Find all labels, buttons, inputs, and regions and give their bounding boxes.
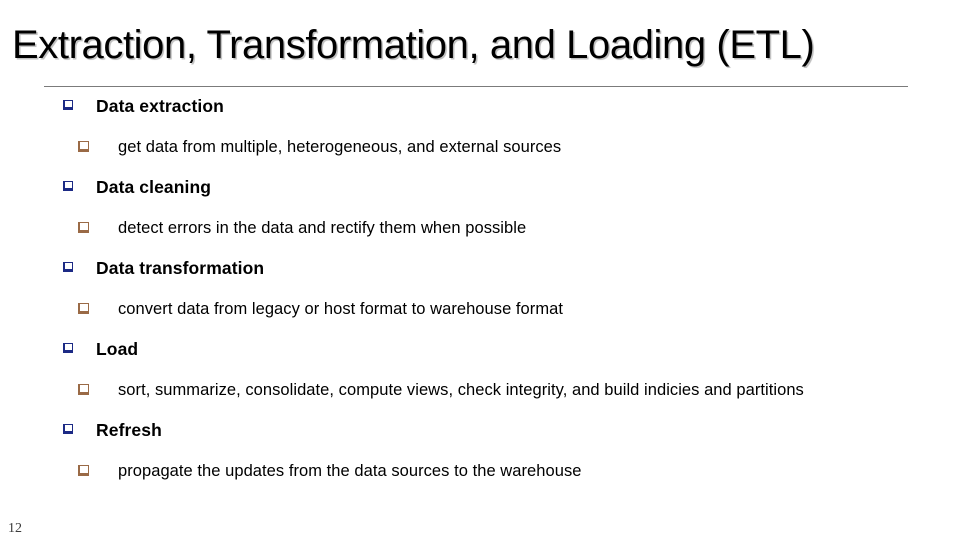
list-item: propagate the updates from the data sour… <box>0 458 960 489</box>
list-item: Data transformation <box>0 256 960 287</box>
list-item: Load <box>0 337 960 368</box>
list-item: Data cleaning <box>0 175 960 206</box>
list-item: get data from multiple, heterogeneous, a… <box>0 134 960 165</box>
list-item-label: get data from multiple, heterogeneous, a… <box>118 138 562 156</box>
list-item-label: propagate the updates from the data sour… <box>118 462 582 480</box>
presentation-slide: Extraction, Transformation, and Loading … <box>0 0 960 540</box>
page-title: Extraction, Transformation, and Loading … <box>12 23 815 67</box>
list-item-label: Data cleaning <box>96 177 212 197</box>
slide-page-number: 12 <box>8 521 22 536</box>
square-bullet-icon <box>78 384 89 395</box>
list-item-label: Load <box>96 339 139 359</box>
square-bullet-icon <box>63 343 73 353</box>
square-bullet-icon <box>63 100 73 110</box>
list-item: sort, summarize, consolidate, compute vi… <box>0 377 960 408</box>
list-item-label: Data transformation <box>96 258 265 278</box>
list-item-label: convert data from legacy or host format … <box>118 300 563 318</box>
list-item: Data extraction <box>0 94 960 125</box>
list-item-label: sort, summarize, consolidate, compute vi… <box>118 381 804 399</box>
title-divider <box>44 86 908 87</box>
list-item-label: detect errors in the data and rectify th… <box>118 219 527 237</box>
bullet-list: Data extraction get data from multiple, … <box>0 94 960 499</box>
list-item-label: Refresh <box>96 420 162 440</box>
square-bullet-icon <box>78 141 89 152</box>
list-item: convert data from legacy or host format … <box>0 296 960 327</box>
square-bullet-icon <box>63 424 73 434</box>
square-bullet-icon <box>78 303 89 314</box>
list-item-label: Data extraction <box>96 96 224 116</box>
square-bullet-icon <box>63 181 73 191</box>
square-bullet-icon <box>78 222 89 233</box>
list-item: Refresh <box>0 418 960 449</box>
square-bullet-icon <box>63 262 73 272</box>
list-item: detect errors in the data and rectify th… <box>0 215 960 246</box>
square-bullet-icon <box>78 465 89 476</box>
